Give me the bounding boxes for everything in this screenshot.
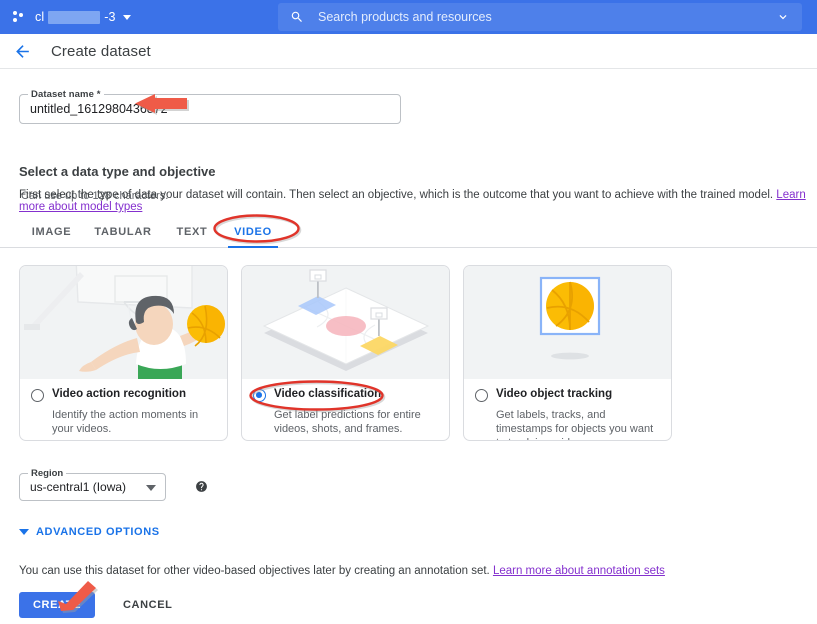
radio-video-object-tracking[interactable] <box>475 389 488 402</box>
dataset-name-label: Dataset name * <box>28 89 104 100</box>
isometric-court-illustration <box>242 266 449 379</box>
card-body: Video object tracking Get labels, tracks,… <box>464 379 671 440</box>
project-selector[interactable]: cl -3 <box>35 10 131 24</box>
section-description: First select the type of data your datas… <box>19 189 817 213</box>
region-field-group: Region us-central1 (Iowa) <box>19 468 207 501</box>
tab-tabular[interactable]: TABULAR <box>90 215 156 248</box>
help-circle-icon[interactable] <box>195 480 208 493</box>
card-header: Video object tracking <box>475 388 660 402</box>
dataset-name-value: untitled_1612980436872 <box>30 102 168 116</box>
objective-card-video-action-recognition[interactable]: Video action recognition Identify the act… <box>19 265 228 441</box>
back-arrow-icon[interactable] <box>13 42 32 61</box>
google-cloud-logo-icon <box>13 10 27 24</box>
basketball-player-illustration <box>20 266 227 379</box>
tab-label: VIDEO <box>234 225 272 238</box>
tab-active-indicator <box>228 245 278 248</box>
chevron-down-icon <box>19 529 29 535</box>
card-header: Video classification <box>253 388 438 402</box>
page-title: Create dataset <box>51 42 151 60</box>
tab-label: IMAGE <box>31 225 72 238</box>
tab-label: TEXT <box>176 225 208 238</box>
project-name-suffix: -3 <box>104 10 116 24</box>
objective-card-video-object-tracking[interactable]: Video object tracking Get labels, tracks,… <box>463 265 672 441</box>
dataset-name-input[interactable]: Dataset name * untitled_1612980436872 <box>19 89 401 124</box>
card-description: Get label predictions for entire videos,… <box>274 409 421 435</box>
chevron-down-icon <box>122 14 131 20</box>
tab-video[interactable]: VIDEO <box>228 215 278 248</box>
card-illustration <box>242 266 449 379</box>
card-description: Identify the action moments in your vide… <box>52 409 199 435</box>
chevron-down-icon[interactable] <box>776 10 790 24</box>
card-title: Video classification <box>274 388 382 400</box>
cancel-button[interactable]: CANCEL <box>115 592 180 618</box>
project-name-prefix: cl <box>35 10 45 24</box>
app-bar: cl -3 Search products and resources <box>0 0 817 34</box>
search-input[interactable]: Search products and resources <box>318 10 776 24</box>
card-body: Video classification Get label prediction… <box>242 379 449 436</box>
form-actions: CREATE CANCEL <box>19 592 180 618</box>
objective-card-video-classification[interactable]: Video classification Get label prediction… <box>241 265 450 441</box>
card-title: Video action recognition <box>52 388 186 400</box>
annotation-set-note: You can use this dataset for other video… <box>19 565 665 577</box>
radio-video-classification[interactable] <box>253 389 266 402</box>
advanced-options-label: ADVANCED OPTIONS <box>36 526 160 538</box>
dataset-name-field-group: Dataset name * untitled_1612980436872 <box>19 89 401 124</box>
create-button[interactable]: CREATE <box>19 592 96 618</box>
card-illustration <box>464 266 671 379</box>
card-title: Video object tracking <box>496 388 613 400</box>
basketball-bounding-box-illustration <box>464 266 671 379</box>
card-body: Video action recognition Identify the act… <box>20 379 227 436</box>
search-bar[interactable]: Search products and resources <box>278 3 802 31</box>
tab-image[interactable]: IMAGE <box>29 215 74 248</box>
card-header: Video action recognition <box>31 388 216 402</box>
region-label: Region <box>28 468 67 479</box>
advanced-options-toggle[interactable]: ADVANCED OPTIONS <box>19 526 160 538</box>
chevron-down-icon <box>146 485 156 491</box>
radio-video-action-recognition[interactable] <box>31 389 44 402</box>
learn-more-annotation-sets-link[interactable]: Learn more about annotation sets <box>493 565 665 577</box>
section-description-text: First select the type of data your datas… <box>19 189 774 201</box>
page-header: Create dataset <box>0 34 817 69</box>
card-illustration <box>20 266 227 379</box>
region-value: us-central1 (Iowa) <box>30 480 127 494</box>
tab-label: TABULAR <box>94 225 152 238</box>
region-select[interactable]: Region us-central1 (Iowa) <box>19 468 166 501</box>
card-description: Get labels, tracks, and timestamps for o… <box>496 409 654 440</box>
project-name-redacted <box>48 10 101 24</box>
annotation-set-note-text: You can use this dataset for other video… <box>19 565 490 577</box>
search-icon <box>291 11 302 22</box>
tab-text[interactable]: TEXT <box>172 215 212 248</box>
section-title: Select a data type and objective <box>19 164 216 179</box>
data-type-tabs: IMAGE TABULAR TEXT VIDEO <box>0 215 817 248</box>
